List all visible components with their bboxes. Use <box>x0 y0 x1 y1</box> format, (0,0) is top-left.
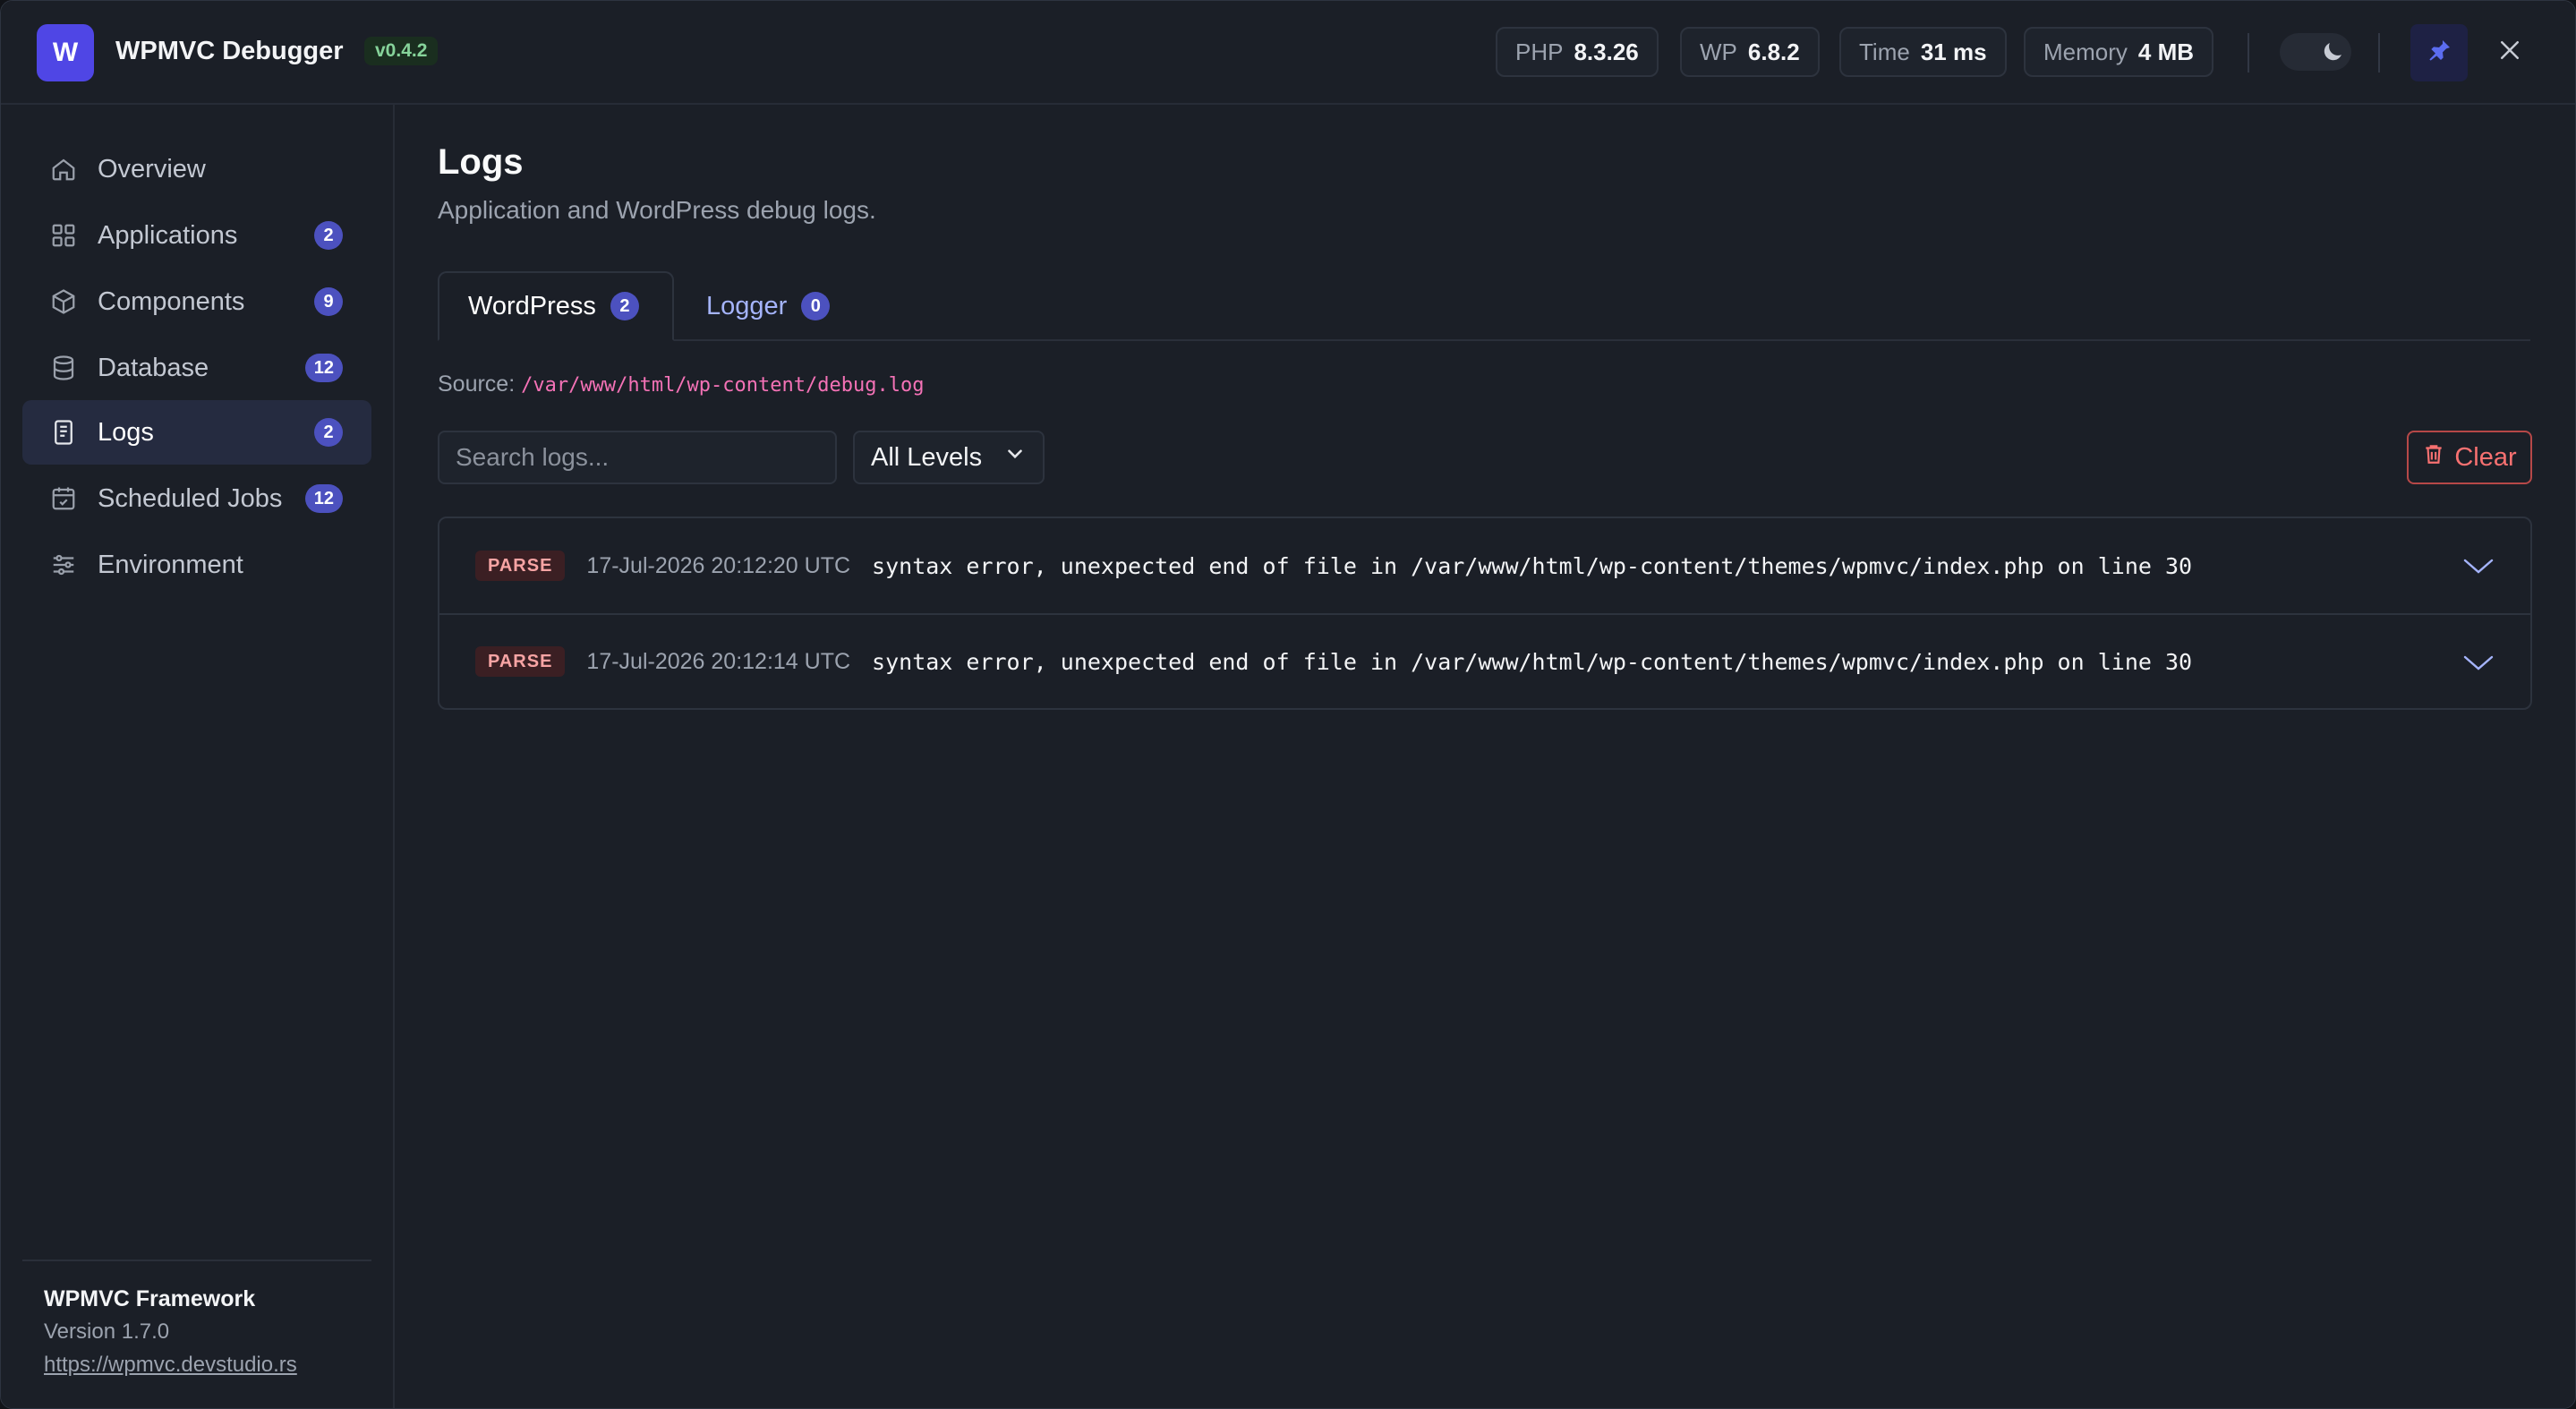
count-badge: 0 <box>801 292 831 320</box>
tab-label: WordPress <box>468 291 596 320</box>
stat-value: 31 ms <box>1920 38 1987 65</box>
level-filter-select[interactable]: All Levels <box>853 431 1045 484</box>
sidebar-divider <box>22 1260 371 1261</box>
close-icon <box>2496 37 2523 68</box>
log-source: Source: /var/www/html/wp-content/debug.l… <box>438 371 924 397</box>
sidebar-item-label: Overview <box>98 154 206 184</box>
sidebar-item-label: Database <box>98 353 209 382</box>
stat-label: Memory <box>2043 38 2128 65</box>
header-divider <box>2248 33 2249 73</box>
count-badge: 2 <box>314 418 343 447</box>
count-badge: 12 <box>304 484 343 513</box>
stat-php: PHP 8.3.26 <box>1496 27 1659 77</box>
count-badge: 12 <box>304 354 343 382</box>
source-path: /var/www/html/wp-content/debug.log <box>521 374 925 397</box>
main-content: Logs Application and WordPress debug log… <box>395 105 2575 1408</box>
app-title: WPMVC Debugger <box>115 37 344 65</box>
search-input[interactable] <box>438 431 837 484</box>
app-logo: W <box>37 24 94 81</box>
stat-value: 6.8.2 <box>1747 38 1800 65</box>
sidebar-item-logs[interactable]: Logs 2 <box>22 400 371 465</box>
count-badge: 9 <box>314 287 343 316</box>
source-label: Source: <box>438 371 516 397</box>
level-filter-value: All Levels <box>871 442 983 472</box>
sidebar-item-scheduled-jobs[interactable]: Scheduled Jobs 12 <box>22 466 371 531</box>
log-message: syntax error, unexpected end of file in … <box>872 552 2193 579</box>
log-timestamp: 17-Jul-2026 20:12:14 UTC <box>586 648 851 674</box>
framework-name: WPMVC Framework <box>44 1286 256 1311</box>
sidebar-item-label: Components <box>98 286 245 316</box>
log-entry[interactable]: PARSE 17-Jul-2026 20:12:14 UTC syntax er… <box>439 613 2530 708</box>
log-entry[interactable]: PARSE 17-Jul-2026 20:12:20 UTC syntax er… <box>439 518 2530 613</box>
header-bar: W WPMVC Debugger v0.4.2 PHP 8.3.26 WP 6.… <box>1 1 2575 105</box>
log-timestamp: 17-Jul-2026 20:12:20 UTC <box>586 552 851 578</box>
sidebar: Overview Applications 2 Components 9 Dat… <box>1 105 395 1408</box>
clear-button[interactable]: Clear <box>2407 431 2532 484</box>
chevron-down-icon[interactable] <box>2462 551 2495 580</box>
log-message: syntax error, unexpected end of file in … <box>872 648 2193 675</box>
sidebar-item-components[interactable]: Components 9 <box>22 269 371 334</box>
trash-icon <box>2422 442 2445 473</box>
pin-icon <box>2425 37 2453 70</box>
chevron-down-icon[interactable] <box>2462 648 2495 677</box>
theme-toggle[interactable] <box>2280 33 2351 71</box>
version-badge: v0.4.2 <box>364 37 439 65</box>
tab-label: Logger <box>706 291 788 320</box>
sidebar-item-label: Applications <box>98 220 238 250</box>
cube-icon <box>49 287 78 316</box>
sidebar-item-applications[interactable]: Applications 2 <box>22 203 371 268</box>
stat-time: Time 31 ms <box>1839 27 2007 77</box>
close-button[interactable] <box>2489 31 2530 73</box>
header-divider <box>2378 33 2380 73</box>
page-title: Logs <box>438 142 524 182</box>
stat-memory: Memory 4 MB <box>2024 27 2214 77</box>
stat-wp: WP 6.8.2 <box>1680 27 1820 77</box>
calendar-icon <box>49 484 78 513</box>
sidebar-item-label: Scheduled Jobs <box>98 483 283 513</box>
count-badge: 2 <box>314 221 343 250</box>
moon-icon <box>2319 38 2346 65</box>
stat-label: Time <box>1859 38 1910 65</box>
framework-link[interactable]: https://wpmvc.devstudio.rs <box>44 1353 297 1378</box>
sidebar-item-label: Environment <box>98 550 243 579</box>
sidebar-item-database[interactable]: Database 12 <box>22 336 371 400</box>
stat-label: WP <box>1700 38 1737 65</box>
framework-version: Version 1.7.0 <box>44 1319 170 1344</box>
pin-button[interactable] <box>2410 24 2468 81</box>
page-subtitle: Application and WordPress debug logs. <box>438 196 876 224</box>
debugger-window: W WPMVC Debugger v0.4.2 PHP 8.3.26 WP 6.… <box>0 0 2576 1409</box>
level-badge: PARSE <box>475 646 566 677</box>
tab-logger[interactable]: Logger 0 <box>678 271 858 341</box>
grid-icon <box>49 221 78 250</box>
chevron-down-icon <box>1003 442 1027 473</box>
level-badge: PARSE <box>475 551 566 581</box>
home-icon <box>49 155 78 184</box>
sidebar-item-label: Logs <box>98 417 154 447</box>
stat-label: PHP <box>1515 38 1564 65</box>
count-badge: 2 <box>610 292 639 320</box>
log-list: PARSE 17-Jul-2026 20:12:20 UTC syntax er… <box>438 517 2532 710</box>
sidebar-item-overview[interactable]: Overview <box>22 137 371 201</box>
stat-value: 8.3.26 <box>1574 38 1639 65</box>
tab-wordpress[interactable]: WordPress 2 <box>438 271 674 341</box>
clear-label: Clear <box>2454 442 2517 472</box>
sliders-icon <box>49 551 78 579</box>
database-icon <box>49 354 78 382</box>
stat-value: 4 MB <box>2137 38 2195 65</box>
sidebar-item-environment[interactable]: Environment <box>22 533 371 597</box>
document-icon <box>49 418 78 447</box>
